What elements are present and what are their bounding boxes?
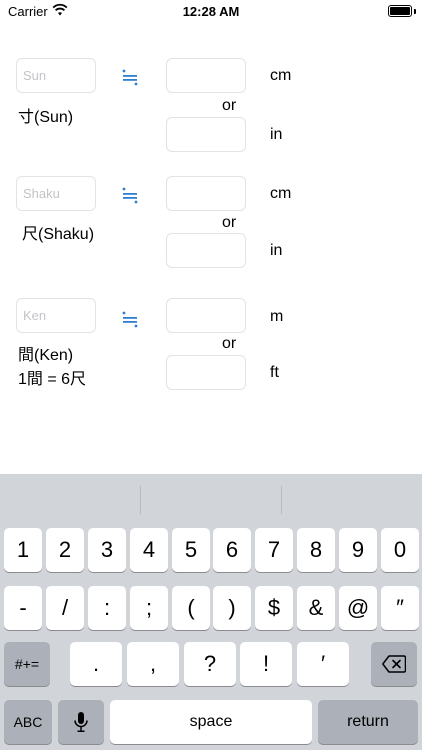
or-label: or <box>222 97 237 114</box>
key-space[interactable]: space <box>110 700 312 744</box>
key-1[interactable]: 1 <box>4 528 42 572</box>
dictation-key[interactable] <box>58 700 104 744</box>
key-at[interactable]: @ <box>339 586 377 630</box>
clock: 12:28 AM <box>182 4 240 19</box>
key-slash[interactable]: / <box>46 586 84 630</box>
key-hyphen[interactable]: - <box>4 586 42 630</box>
sun-cm-output[interactable] <box>166 58 246 93</box>
ken-conversion-note: 1間 = 6尺 <box>18 371 87 388</box>
ken-ft-output[interactable] <box>166 355 246 390</box>
shaku-cm-output[interactable] <box>166 176 246 211</box>
or-label: or <box>222 335 237 352</box>
key-abc[interactable]: ABC <box>4 700 52 744</box>
sun-in-output[interactable] <box>166 117 246 152</box>
suggestion-divider <box>140 486 141 514</box>
shaku-input[interactable] <box>16 176 96 211</box>
key-0[interactable]: 0 <box>381 528 419 572</box>
ken-input[interactable] <box>16 298 96 333</box>
unit-in: in <box>270 126 283 143</box>
unit-ft: ft <box>270 364 279 381</box>
unit-in: in <box>270 242 283 259</box>
key-semicolon[interactable]: ; <box>130 586 168 630</box>
key-comma[interactable]: , <box>127 642 179 686</box>
battery-nub <box>414 9 416 14</box>
or-label: or <box>222 214 237 231</box>
status-bar: Carrier 12:28 AM <box>0 0 422 24</box>
key-period[interactable]: . <box>70 642 122 686</box>
key-dollar[interactable]: $ <box>255 586 293 630</box>
key-exclamation[interactable]: ! <box>240 642 292 686</box>
battery-icon <box>388 5 412 17</box>
sun-input[interactable] <box>16 58 96 93</box>
key-3[interactable]: 3 <box>88 528 126 572</box>
key-5[interactable]: 5 <box>172 528 210 572</box>
approx-equal-icon <box>122 187 138 204</box>
key-4[interactable]: 4 <box>130 528 168 572</box>
backspace-key[interactable] <box>371 642 417 686</box>
approx-equal-icon <box>122 311 138 328</box>
key-9[interactable]: 9 <box>339 528 377 572</box>
unit-cm: cm <box>270 185 292 202</box>
numeric-keyboard: 1 2 3 4 5 6 7 8 9 0 - / : ; ( ) $ & @ ″ … <box>0 474 422 750</box>
key-double-prime[interactable]: ″ <box>381 586 419 630</box>
key-close-paren[interactable]: ) <box>213 586 251 630</box>
suggestion-divider <box>281 486 282 514</box>
key-2[interactable]: 2 <box>46 528 84 572</box>
sun-label: 寸(Sun) <box>18 109 74 126</box>
backspace-icon <box>382 655 406 673</box>
shaku-in-output[interactable] <box>166 233 246 268</box>
approx-equal-icon <box>122 69 138 86</box>
key-colon[interactable]: : <box>88 586 126 630</box>
key-6[interactable]: 6 <box>213 528 251 572</box>
key-7[interactable]: 7 <box>255 528 293 572</box>
shaku-label: 尺(Shaku) <box>22 226 95 243</box>
key-return[interactable]: return <box>318 700 418 744</box>
key-question[interactable]: ? <box>184 642 236 686</box>
microphone-icon <box>74 712 88 732</box>
key-more-symbols[interactable]: #+= <box>4 642 50 686</box>
ken-m-output[interactable] <box>166 298 246 333</box>
key-8[interactable]: 8 <box>297 528 335 572</box>
key-prime[interactable]: ′ <box>297 642 349 686</box>
key-ampersand[interactable]: & <box>297 586 335 630</box>
unit-m: m <box>270 308 284 325</box>
ken-label: 間(Ken) <box>18 347 74 364</box>
unit-cm: cm <box>270 67 292 84</box>
key-open-paren[interactable]: ( <box>172 586 210 630</box>
